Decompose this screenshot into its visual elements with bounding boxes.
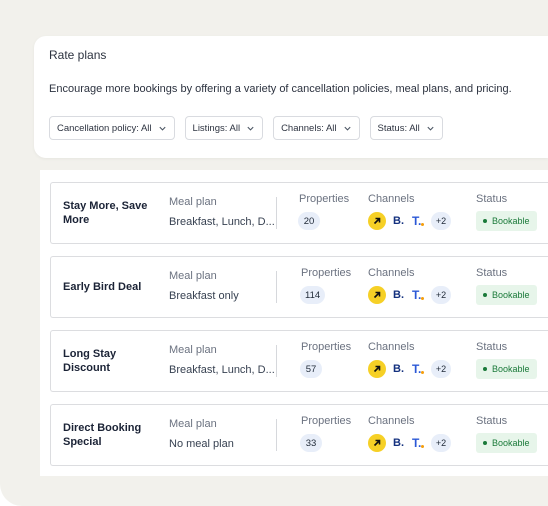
column-divider	[276, 271, 277, 303]
more-channels-badge[interactable]: +2	[431, 434, 451, 452]
meal-plan-value: Breakfast, Lunch, D...	[169, 364, 275, 376]
channel-t-icon: T.	[412, 214, 424, 228]
listings-filter[interactable]: Listings: All	[184, 116, 264, 140]
status-badge: Bookable	[476, 433, 537, 453]
meal-plan-label: Meal plan	[169, 344, 217, 356]
channels-label: Channels	[368, 267, 415, 279]
channel-list: B. T. +2	[368, 286, 451, 304]
more-channels-badge[interactable]: +2	[431, 212, 451, 230]
status-dot-icon	[483, 441, 487, 445]
rate-plan-name: Stay More, Save More	[63, 200, 148, 226]
meal-plan-label: Meal plan	[169, 196, 217, 208]
status-badge: Bookable	[476, 285, 537, 305]
channel-t-label: T.	[412, 436, 422, 450]
properties-count-badge: 33	[300, 434, 322, 452]
rate-plan-list: Stay More, Save More Meal plan Breakfast…	[40, 170, 548, 476]
channel-t-icon: T.	[412, 288, 424, 302]
channels-filter[interactable]: Channels: All	[273, 116, 360, 140]
properties-count-badge: 57	[300, 360, 322, 378]
status-text: Bookable	[492, 290, 530, 300]
properties-count-badge: 20	[298, 212, 320, 230]
filter-label: Listings: All	[192, 122, 241, 134]
channel-list: B. T. +2	[368, 434, 451, 452]
chevron-down-icon	[158, 126, 166, 131]
status-badge: Bookable	[476, 359, 537, 379]
channel-t-icon: T.	[412, 436, 424, 450]
channel-list: B. T. +2	[368, 360, 451, 378]
status-label: Status	[476, 193, 508, 205]
status-filter[interactable]: Status: All	[369, 116, 443, 140]
rate-plan-row[interactable]: Stay More, Save More Meal plan Breakfast…	[50, 182, 548, 244]
page-background: Rate plans Encourage more bookings by of…	[0, 0, 548, 506]
status-label: Status	[476, 341, 508, 353]
channels-label: Channels	[368, 341, 415, 353]
channel-list: B. T. +2	[368, 212, 451, 230]
booking-channel-icon: B.	[393, 215, 404, 227]
meal-plan-value: No meal plan	[169, 438, 234, 450]
properties-label: Properties	[301, 415, 352, 427]
filter-label: Channels: All	[281, 122, 337, 134]
channel-t-label: T.	[412, 362, 422, 376]
booking-channel-icon: B.	[393, 363, 404, 375]
properties-count-badge: 114	[300, 286, 326, 304]
properties-label: Properties	[299, 193, 350, 205]
channels-label: Channels	[368, 415, 415, 427]
status-dot-icon	[483, 367, 487, 371]
rate-plan-row[interactable]: Direct Booking Special Meal plan No meal…	[50, 404, 548, 466]
channels-label: Channels	[368, 193, 415, 205]
rate-plan-row[interactable]: Long Stay Discount Meal plan Breakfast, …	[50, 330, 548, 392]
page-title: Rate plans	[49, 48, 107, 62]
meal-plan-value: Breakfast only	[169, 290, 239, 302]
status-text: Bookable	[492, 438, 530, 448]
chevron-down-icon	[427, 126, 434, 131]
column-divider	[276, 419, 277, 451]
arrow-up-right-icon	[368, 212, 386, 230]
status-dot-icon	[483, 293, 487, 297]
cancellation-policy-filter[interactable]: Cancellation policy: All	[49, 116, 175, 140]
meal-plan-value: Breakfast, Lunch, D...	[169, 216, 275, 228]
rate-plans-header-card: Rate plans Encourage more bookings by of…	[34, 36, 548, 158]
chevron-down-icon	[343, 126, 351, 131]
filter-label: Status: All	[377, 122, 420, 134]
chevron-down-icon	[247, 126, 254, 131]
more-channels-badge[interactable]: +2	[431, 360, 451, 378]
status-label: Status	[476, 267, 508, 279]
arrow-up-right-icon	[368, 434, 386, 452]
booking-channel-icon: B.	[393, 437, 404, 449]
rate-plan-name: Long Stay Discount	[63, 348, 117, 374]
status-badge: Bookable	[476, 211, 537, 231]
status-label: Status	[476, 415, 508, 427]
channel-t-label: T.	[412, 288, 422, 302]
rate-plan-name: Early Bird Deal	[63, 281, 142, 293]
status-dot-icon	[483, 219, 487, 223]
rate-plan-name: Direct Booking Special	[63, 422, 142, 448]
meal-plan-label: Meal plan	[169, 270, 217, 282]
filter-label: Cancellation policy: All	[57, 122, 152, 134]
arrow-up-right-icon	[368, 286, 386, 304]
column-divider	[276, 345, 277, 377]
channel-t-label: T.	[412, 214, 422, 228]
more-channels-badge[interactable]: +2	[431, 286, 451, 304]
channel-t-icon: T.	[412, 362, 424, 376]
rate-plan-row[interactable]: Early Bird Deal Meal plan Breakfast only…	[50, 256, 548, 318]
booking-channel-icon: B.	[393, 289, 404, 301]
status-text: Bookable	[492, 216, 530, 226]
arrow-up-right-icon	[368, 360, 386, 378]
status-text: Bookable	[492, 364, 530, 374]
properties-label: Properties	[301, 267, 352, 279]
filter-bar: Cancellation policy: All Listings: All C…	[49, 116, 443, 140]
meal-plan-label: Meal plan	[169, 418, 217, 430]
column-divider	[276, 197, 277, 229]
properties-label: Properties	[301, 341, 352, 353]
page-description: Encourage more bookings by offering a va…	[49, 83, 512, 95]
